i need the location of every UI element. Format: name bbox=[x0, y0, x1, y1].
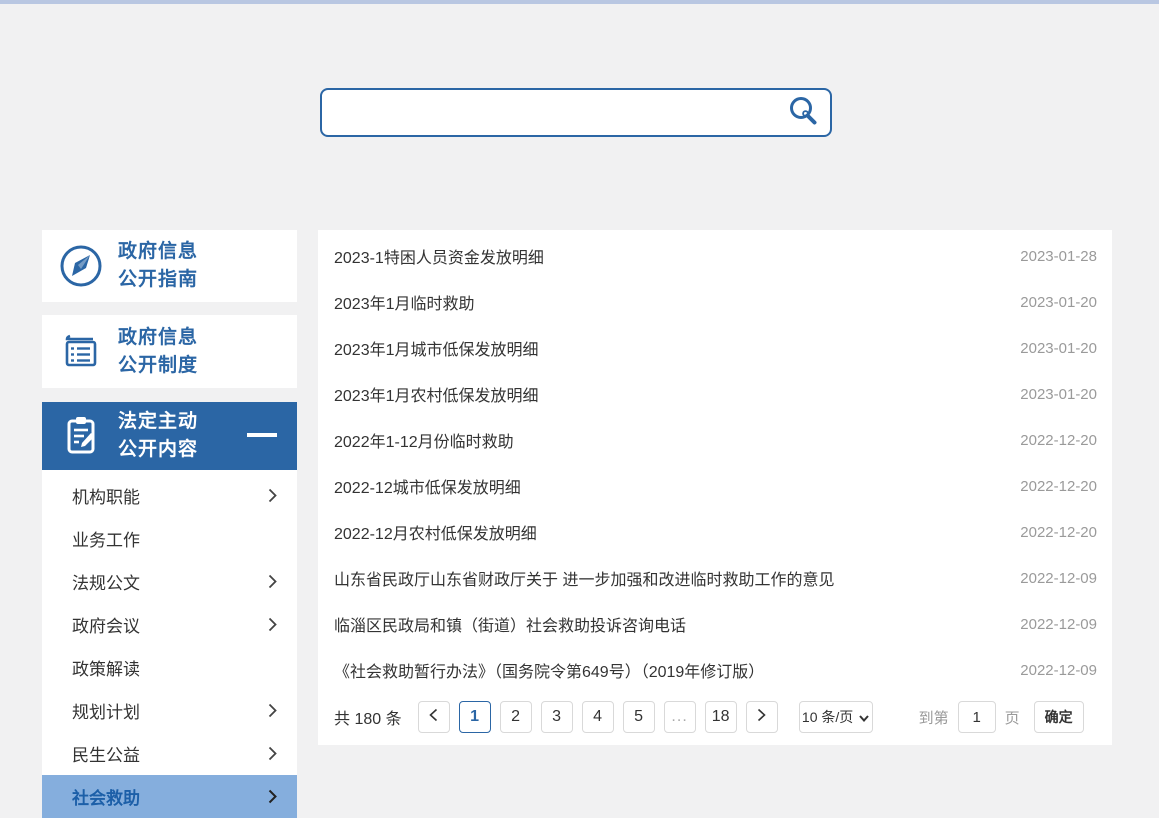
list-item[interactable]: 2023年1月农村低保发放明细 2023-01-20 bbox=[318, 371, 1112, 417]
list-item[interactable]: 2022-12城市低保发放明细 2022-12-20 bbox=[318, 463, 1112, 509]
chevron-right-icon bbox=[268, 488, 277, 503]
total-count: 共 180 条 bbox=[334, 705, 402, 729]
chevron-right-icon bbox=[268, 746, 277, 761]
article-date: 2023-01-20 bbox=[1020, 340, 1097, 357]
sidebar-item-shehuijiuzhu[interactable]: 社会救助 bbox=[42, 775, 297, 818]
sidebar-section-label: 政府信息 公开制度 bbox=[118, 324, 198, 380]
submenu-label: 法规公文 bbox=[72, 569, 140, 594]
list-item[interactable]: 2023年1月城市低保发放明细 2023-01-20 bbox=[318, 325, 1112, 371]
article-date: 2022-12-09 bbox=[1020, 662, 1097, 679]
list-item[interactable]: 2023年1月临时救助 2023-01-20 bbox=[318, 279, 1112, 325]
article-date: 2022-12-09 bbox=[1020, 616, 1097, 633]
goto-suffix-label: 页 bbox=[1005, 707, 1020, 728]
page-button-5[interactable]: 5 bbox=[623, 701, 655, 733]
article-title[interactable]: 2023-1特困人员资金发放明细 bbox=[334, 244, 544, 268]
sidebar-item-minshenggongyi[interactable]: 民生公益 bbox=[42, 732, 297, 775]
article-title[interactable]: 2022-12月农村低保发放明细 bbox=[334, 520, 537, 544]
list-item[interactable]: 2022年1-12月份临时救助 2022-12-20 bbox=[318, 417, 1112, 463]
sidebar-item-zhengfuhuiyi[interactable]: 政府会议 bbox=[42, 603, 297, 646]
goto-prefix-label: 到第 bbox=[919, 707, 949, 728]
chevron-right-icon bbox=[268, 789, 277, 804]
sidebar-section-gov-info-guide[interactable]: 政府信息 公开指南 bbox=[42, 230, 297, 302]
article-date: 2022-12-09 bbox=[1020, 570, 1097, 587]
article-date: 2023-01-20 bbox=[1020, 386, 1097, 403]
article-date: 2022-12-20 bbox=[1020, 524, 1097, 541]
ledger-icon bbox=[57, 328, 105, 376]
pagination: 共 180 条 1 2 3 4 5 ... 18 10 条/页 到第 页 确定 bbox=[318, 701, 1112, 733]
chevron-right-icon bbox=[268, 574, 277, 589]
sidebar-section-label: 政府信息 公开指南 bbox=[118, 238, 198, 294]
submenu-label: 业务工作 bbox=[72, 526, 140, 551]
sidebar-item-yewugongzuo[interactable]: 业务工作 bbox=[42, 517, 297, 560]
page-size-select[interactable]: 10 条/页 bbox=[799, 701, 873, 733]
goto-page-group: 到第 页 确定 bbox=[919, 701, 1084, 733]
chevron-left-icon bbox=[429, 708, 438, 727]
article-title[interactable]: 《社会救助暂行办法》（国务院令第649号）（2019年修订版） bbox=[334, 658, 764, 682]
list-item[interactable]: 《社会救助暂行办法》（国务院令第649号）（2019年修订版） 2022-12-0… bbox=[318, 647, 1112, 693]
page-button-2[interactable]: 2 bbox=[500, 701, 532, 733]
page-size-value: 10 条/页 bbox=[802, 707, 853, 727]
chevron-right-icon bbox=[268, 703, 277, 718]
article-date: 2023-01-28 bbox=[1020, 248, 1097, 265]
next-page-button[interactable] bbox=[746, 701, 778, 733]
chevron-right-icon bbox=[268, 617, 277, 632]
article-title[interactable]: 2023年1月城市低保发放明细 bbox=[334, 336, 539, 360]
article-title[interactable]: 2023年1月农村低保发放明细 bbox=[334, 382, 539, 406]
article-title[interactable]: 2022年1-12月份临时救助 bbox=[334, 428, 514, 452]
content-panel: 2023-1特困人员资金发放明细2023-01-28 2023年1月临时救助20… bbox=[318, 230, 1112, 745]
article-title[interactable]: 山东省民政厅山东省财政厅关于 进一步加强和改进临时救助工作的意见 bbox=[334, 566, 834, 590]
search-input[interactable] bbox=[322, 90, 776, 135]
submenu-label: 规划计划 bbox=[72, 698, 140, 723]
sidebar: 政府信息 公开指南 政府信息 公开制度 bbox=[42, 230, 297, 816]
compass-icon bbox=[57, 242, 105, 290]
list-item[interactable]: 临淄区民政局和镇（街道）社会救助投诉咨询电话 2022-12-09 bbox=[318, 601, 1112, 647]
article-list: 2023-1特困人员资金发放明细2023-01-28 2023年1月临时救助20… bbox=[318, 230, 1112, 693]
submenu-label: 政策解读 bbox=[72, 655, 140, 680]
collapse-minus-icon[interactable] bbox=[247, 433, 277, 437]
caret-down-icon bbox=[859, 709, 869, 725]
list-item[interactable]: 2022-12月农村低保发放明细 2022-12-20 bbox=[318, 509, 1112, 555]
search-button[interactable] bbox=[776, 90, 830, 135]
prev-page-button[interactable] bbox=[418, 701, 450, 733]
submenu-label: 社会救助 bbox=[72, 784, 140, 809]
article-title[interactable]: 2023年1月临时救助 bbox=[334, 290, 475, 314]
goto-page-input[interactable] bbox=[958, 701, 996, 733]
list-item[interactable]: 山东省民政厅山东省财政厅关于 进一步加强和改进临时救助工作的意见 2022-12-… bbox=[318, 555, 1112, 601]
submenu-label: 机构职能 bbox=[72, 483, 140, 508]
chevron-right-icon bbox=[757, 708, 766, 727]
article-title[interactable]: 临淄区民政局和镇（街道）社会救助投诉咨询电话 bbox=[334, 612, 686, 636]
clipboard-pen-icon bbox=[57, 412, 105, 460]
sidebar-item-zhengcejiedu[interactable]: 政策解读 bbox=[42, 646, 297, 689]
page-button-18[interactable]: 18 bbox=[705, 701, 737, 733]
sidebar-section-label: 法定主动 公开内容 bbox=[118, 408, 198, 464]
sidebar-item-faguigongwen[interactable]: 法规公文 bbox=[42, 560, 297, 603]
search-bar bbox=[320, 88, 832, 137]
top-accent-bar bbox=[0, 0, 1159, 4]
article-title[interactable]: 2022-12城市低保发放明细 bbox=[334, 474, 521, 498]
article-date: 2023-01-20 bbox=[1020, 294, 1097, 311]
sidebar-section-gov-info-system[interactable]: 政府信息 公开制度 bbox=[42, 315, 297, 388]
submenu-label: 民生公益 bbox=[72, 741, 140, 766]
page-button-4[interactable]: 4 bbox=[582, 701, 614, 733]
page-button-3[interactable]: 3 bbox=[541, 701, 573, 733]
list-item[interactable]: 2023-1特困人员资金发放明细 2023-01-28 bbox=[318, 233, 1112, 279]
sidebar-item-guihuajihua[interactable]: 规划计划 bbox=[42, 689, 297, 732]
page-button-1[interactable]: 1 bbox=[459, 701, 491, 733]
page-ellipsis-button[interactable]: ... bbox=[664, 701, 696, 733]
article-date: 2022-12-20 bbox=[1020, 432, 1097, 449]
sidebar-submenu: 机构职能 业务工作 法规公文 政府会议 政策解读 规划计划 民生公益 社会救助 bbox=[42, 470, 297, 818]
article-date: 2022-12-20 bbox=[1020, 478, 1097, 495]
submenu-label: 政府会议 bbox=[72, 612, 140, 637]
search-icon bbox=[787, 95, 819, 130]
sidebar-item-jigouzhineng[interactable]: 机构职能 bbox=[42, 474, 297, 517]
sidebar-section-statutory-disclosure[interactable]: 法定主动 公开内容 bbox=[42, 402, 297, 470]
confirm-button[interactable]: 确定 bbox=[1034, 701, 1084, 733]
